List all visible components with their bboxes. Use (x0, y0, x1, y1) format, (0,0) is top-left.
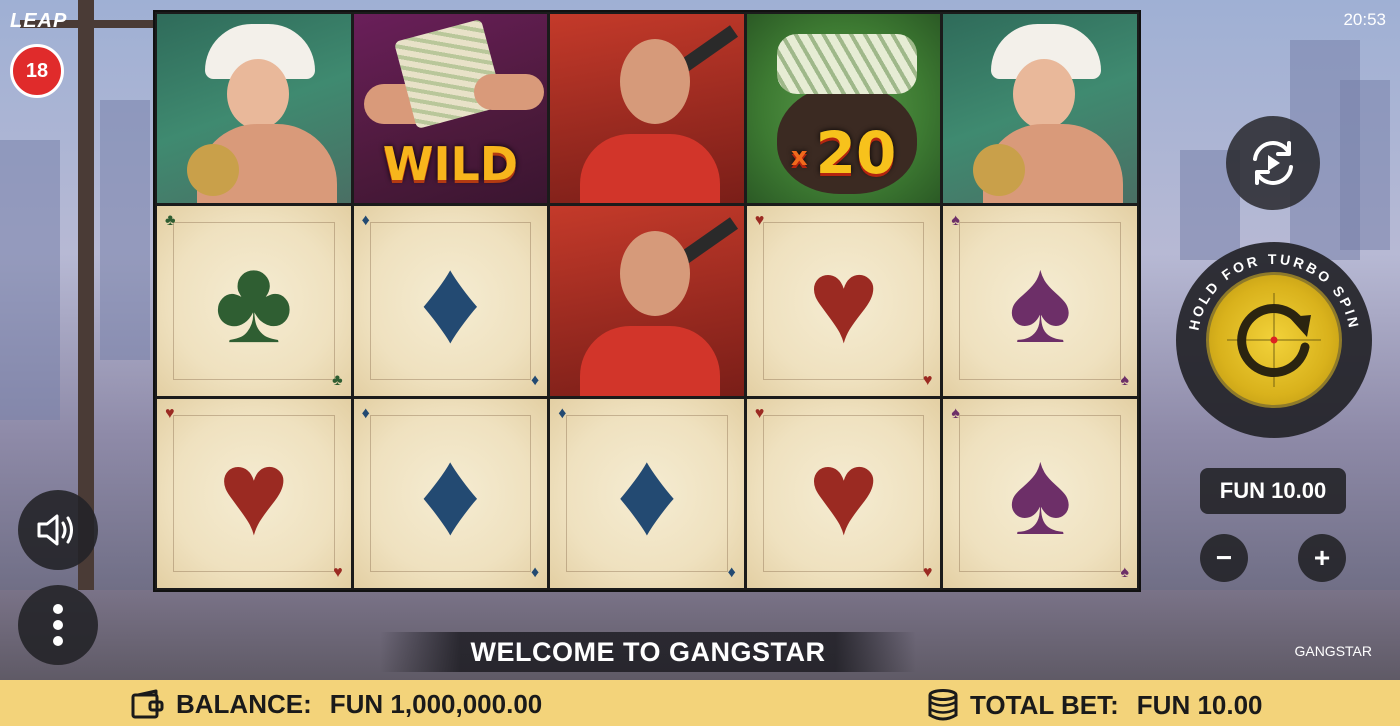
autoplay-icon (1253, 141, 1293, 185)
footer-bar: BALANCE: FUN 1,000,000.00 TOTAL BET: FUN… (0, 680, 1400, 726)
more-vertical-icon (53, 604, 63, 646)
wallet-icon (131, 689, 164, 719)
provider-logo: LEAP (10, 10, 68, 32)
symbol-diamond: ♦ ♦ ♦ (550, 398, 744, 588)
total-bet-label: TOTAL BET: (970, 689, 1119, 720)
balance-display: BALANCE: FUN 1,000,000.00 (130, 688, 542, 720)
symbol-money-bag: x 20 (746, 14, 941, 204)
clock: 20:53 (1343, 10, 1386, 29)
symbol-heart: ♥ ♥ ♥ (157, 398, 351, 588)
symbol-gangster (550, 14, 744, 204)
total-bet-display: TOTAL BET: FUN 10.00 (926, 688, 1263, 722)
game-name: GANGSTAR (1294, 643, 1372, 659)
symbol-diamond: ♦ ♦ ♦ (353, 206, 548, 396)
symbol-gangster (550, 206, 744, 396)
symbol-woman (943, 14, 1137, 204)
coins-icon (928, 689, 958, 721)
balance-value: FUN 1,000,000.00 (329, 688, 543, 719)
symbol-spade: ♠ ♠ ♠ (943, 398, 1137, 588)
bet-amount-display: FUN 10.00 (1200, 468, 1346, 514)
sound-button[interactable] (18, 490, 98, 570)
menu-button[interactable] (18, 585, 98, 665)
message-banner: WELCOME TO GANGSTAR (380, 632, 916, 672)
decrease-bet-button[interactable]: − (1200, 534, 1248, 582)
spin-button[interactable] (1206, 272, 1342, 408)
balance-label: BALANCE: (176, 688, 312, 719)
increase-bet-button[interactable]: + (1298, 534, 1346, 582)
wild-label: WILD (382, 137, 519, 192)
reel-grid: WILD x 20 ♣ ♣ ♣ ♦ ♦ ♦ ♥ ♥ ♥ ♠ ♠ ♠ ♥ ♥ ♥ … (153, 10, 1141, 592)
symbol-diamond: ♦ ♦ ♦ (353, 398, 548, 588)
symbol-heart: ♥ ♥ ♥ (746, 398, 941, 588)
symbol-wild: WILD (353, 14, 548, 204)
multiplier-label: x 20 (790, 119, 897, 188)
total-bet-value: FUN 10.00 (1136, 689, 1263, 720)
age-rating-badge: 18 (10, 44, 64, 98)
symbol-heart: ♥ ♥ ♥ (746, 206, 941, 396)
symbol-spade: ♠ ♠ ♠ (943, 206, 1137, 396)
spin-icon (1227, 293, 1321, 387)
symbol-club: ♣ ♣ ♣ (157, 206, 351, 396)
speaker-icon (37, 514, 73, 546)
autoplay-button[interactable] (1226, 116, 1320, 210)
symbol-woman (157, 14, 351, 204)
